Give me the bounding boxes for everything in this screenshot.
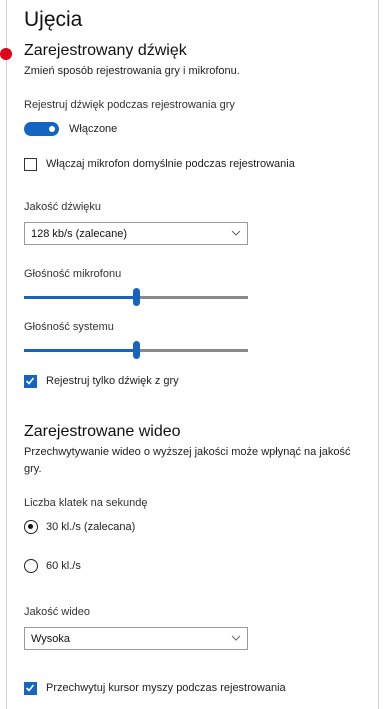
capture-cursor-label: Przechwytuj kursor myszy podczas rejestr… xyxy=(46,682,286,694)
capture-cursor-checkbox[interactable] xyxy=(24,682,37,695)
record-audio-label: Rejestruj dźwięk podczas rejestrowania g… xyxy=(24,99,235,111)
game-audio-only-row[interactable]: Rejestruj tylko dźwięk z gry xyxy=(24,374,344,390)
mic-volume-label: Głośność mikrofonu xyxy=(24,268,122,280)
slider-fill xyxy=(24,349,136,352)
fps-option-30-label: 30 kl./s (zalecana) xyxy=(46,521,136,533)
video-description-line-1: Przechwytywanie wideo o wyższej jakości … xyxy=(24,446,351,458)
video-quality-value: Wysoka xyxy=(31,633,71,645)
game-audio-only-label: Rejestruj tylko dźwięk z gry xyxy=(46,375,179,387)
game-audio-only-checkbox[interactable] xyxy=(24,375,37,388)
record-audio-toggle[interactable] xyxy=(24,122,59,136)
chevron-down-icon xyxy=(231,633,241,646)
fps-option-30[interactable]: 30 kl./s (zalecana) xyxy=(24,520,224,536)
mic-default-checkbox[interactable] xyxy=(24,158,37,171)
chevron-down-icon xyxy=(231,228,241,241)
mic-default-checkbox-row[interactable]: Włączaj mikrofon domyślnie podczas rejes… xyxy=(24,157,344,173)
capture-cursor-row[interactable]: Przechwytuj kursor myszy podczas rejestr… xyxy=(24,681,354,697)
slider-fill xyxy=(24,296,136,299)
system-volume-slider[interactable] xyxy=(24,340,248,360)
radio-30-selected[interactable] xyxy=(24,520,38,534)
audio-quality-label: Jakość dźwięku xyxy=(24,201,102,213)
audio-description: Zmień sposób rejestrowania gry i mikrofo… xyxy=(24,65,240,77)
fps-label: Liczba klatek na sekundę xyxy=(24,497,148,509)
fps-option-60[interactable]: 60 kl./s xyxy=(24,559,224,575)
toggle-knob xyxy=(49,126,55,132)
page-title: Ujęcia xyxy=(24,8,83,31)
system-volume-label: Głośność systemu xyxy=(24,321,114,333)
video-description: Przechwytywanie wideo o wyższej jakości … xyxy=(24,444,364,478)
audio-quality-dropdown[interactable]: 128 kb/s (zalecane) xyxy=(24,222,248,245)
audio-heading: Zarejestrowany dźwięk xyxy=(24,42,187,59)
mic-default-label: Włączaj mikrofon domyślnie podczas rejes… xyxy=(46,158,295,170)
video-quality-label: Jakość wideo xyxy=(24,606,91,618)
annotation-marker xyxy=(0,48,12,60)
audio-quality-value: 128 kb/s (zalecane) xyxy=(31,228,127,240)
slider-thumb[interactable] xyxy=(133,288,140,306)
video-heading: Zarejestrowane wideo xyxy=(24,423,181,440)
video-quality-dropdown[interactable]: Wysoka xyxy=(24,627,248,650)
mic-volume-slider[interactable] xyxy=(24,287,248,307)
radio-60[interactable] xyxy=(24,559,38,573)
record-audio-state: Włączone xyxy=(69,123,118,135)
fps-option-60-label: 60 kl./s xyxy=(46,560,81,572)
slider-thumb[interactable] xyxy=(133,341,140,359)
video-description-line-2: gry. xyxy=(24,463,42,475)
